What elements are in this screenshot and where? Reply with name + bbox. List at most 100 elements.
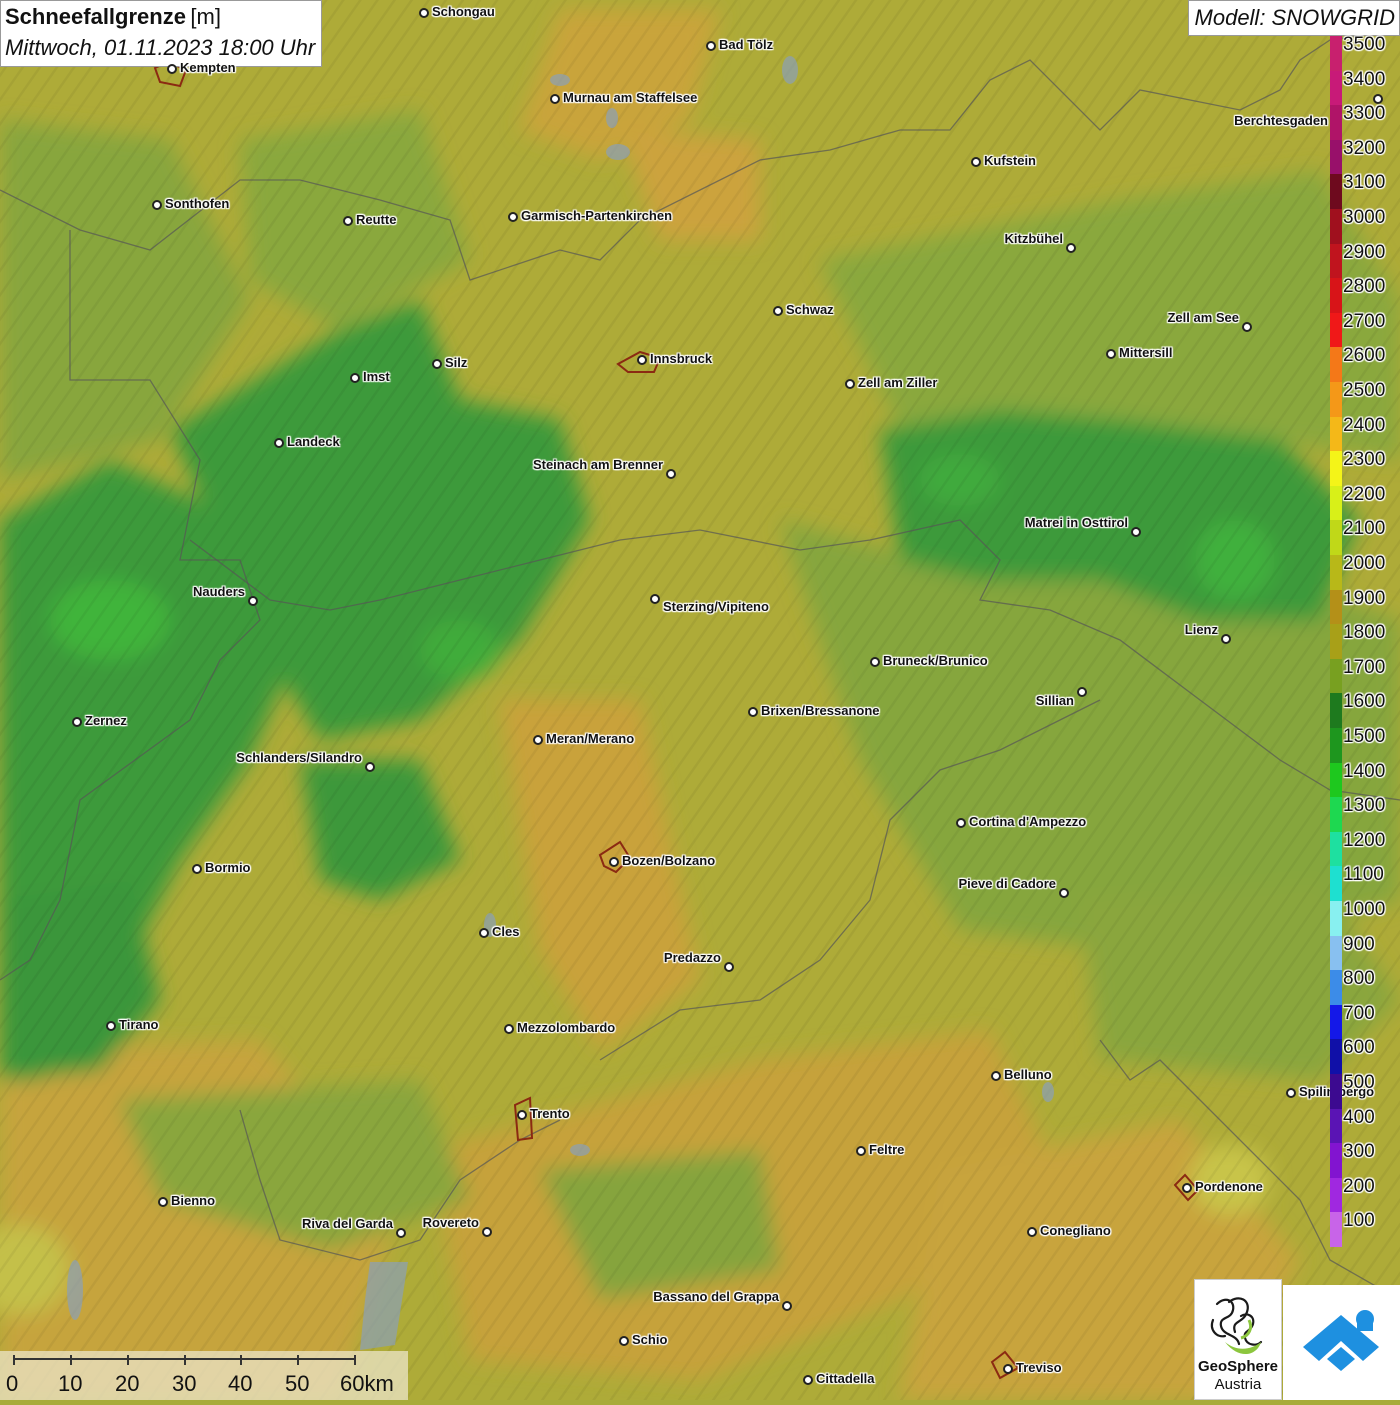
city-marker[interactable] [1242, 322, 1252, 332]
city-marker[interactable] [956, 818, 966, 828]
city-label[interactable]: Treviso [1016, 1360, 1062, 1375]
city-marker[interactable] [167, 64, 177, 74]
city-marker[interactable] [533, 735, 543, 745]
city-marker[interactable] [619, 1336, 629, 1346]
city-label[interactable]: Sillian [1036, 693, 1074, 708]
city-label[interactable]: Cortina d'Ampezzo [969, 814, 1086, 829]
city-label[interactable]: Landeck [287, 434, 340, 449]
city-marker[interactable] [350, 373, 360, 383]
city-marker[interactable] [248, 596, 258, 606]
city-marker[interactable] [152, 200, 162, 210]
city-label[interactable]: Trento [530, 1106, 570, 1121]
city-marker[interactable] [1182, 1183, 1192, 1193]
city-label[interactable]: Reutte [356, 212, 396, 227]
city-marker[interactable] [971, 157, 981, 167]
city-marker[interactable] [517, 1110, 527, 1120]
city-label[interactable]: Tirano [119, 1017, 159, 1032]
city-label[interactable]: Schongau [432, 4, 495, 19]
city-label[interactable]: Pordenone [1195, 1179, 1263, 1194]
city-label[interactable]: Brixen/Bressanone [761, 703, 880, 718]
city-label[interactable]: Bad Tölz [719, 37, 773, 52]
city-label[interactable]: Zell am See [1167, 310, 1239, 325]
city-label[interactable]: Rovereto [423, 1215, 479, 1230]
city-marker[interactable] [1066, 243, 1076, 253]
city-label[interactable]: Sonthofen [165, 196, 229, 211]
city-marker[interactable] [479, 928, 489, 938]
city-marker[interactable] [1027, 1227, 1037, 1237]
city-label[interactable]: Lienz [1185, 622, 1218, 637]
city-marker[interactable] [991, 1071, 1001, 1081]
city-marker[interactable] [666, 469, 676, 479]
geosphere-logo[interactable]: GeoSphere Austria [1194, 1279, 1282, 1400]
city-label[interactable]: Bassano del Grappa [653, 1289, 779, 1304]
city-label[interactable]: Meran/Merano [546, 731, 634, 746]
city-marker[interactable] [274, 438, 284, 448]
city-marker[interactable] [773, 306, 783, 316]
city-marker[interactable] [1106, 349, 1116, 359]
city-label[interactable]: Mittersill [1119, 345, 1172, 360]
city-marker[interactable] [724, 962, 734, 972]
city-label[interactable]: Schio [632, 1332, 667, 1347]
city-marker[interactable] [1131, 527, 1141, 537]
city-label[interactable]: Bruneck/Brunico [883, 653, 988, 668]
city-label[interactable]: Cittadella [816, 1371, 875, 1386]
city-marker[interactable] [803, 1375, 813, 1385]
city-label[interactable]: Kufstein [984, 153, 1036, 168]
city-marker[interactable] [706, 41, 716, 51]
city-marker[interactable] [192, 864, 202, 874]
city-label[interactable]: Matrei in Osttirol [1025, 515, 1128, 530]
city-marker[interactable] [158, 1197, 168, 1207]
city-marker[interactable] [396, 1228, 406, 1238]
city-label[interactable]: Berchtesgaden [1234, 113, 1328, 128]
city-label[interactable]: Bozen/Bolzano [622, 853, 715, 868]
city-marker[interactable] [1003, 1364, 1013, 1374]
city-label[interactable]: Belluno [1004, 1067, 1052, 1082]
city-label[interactable]: Pieve di Cadore [958, 876, 1056, 891]
city-label[interactable]: Schwaz [786, 302, 834, 317]
city-label[interactable]: Silz [445, 355, 467, 370]
city-label[interactable]: Kempten [180, 60, 236, 75]
city-label[interactable]: Sterzing/Vipiteno [663, 599, 769, 614]
city-marker[interactable] [748, 707, 758, 717]
city-label[interactable]: Riva del Garda [302, 1216, 393, 1231]
city-label[interactable]: Bormio [205, 860, 251, 875]
city-label[interactable]: Schlanders/Silandro [236, 750, 362, 765]
city-label[interactable]: Zernez [85, 713, 127, 728]
city-marker[interactable] [609, 857, 619, 867]
city-marker[interactable] [343, 216, 353, 226]
city-marker[interactable] [365, 762, 375, 772]
city-marker[interactable] [106, 1021, 116, 1031]
city-marker[interactable] [432, 359, 442, 369]
city-label[interactable]: Murnau am Staffelsee [563, 90, 697, 105]
city-marker[interactable] [419, 8, 429, 18]
city-marker[interactable] [1221, 634, 1231, 644]
city-marker[interactable] [1059, 888, 1069, 898]
city-marker[interactable] [1077, 687, 1087, 697]
city-label[interactable]: Zell am Ziller [858, 375, 937, 390]
city-marker[interactable] [72, 717, 82, 727]
city-marker[interactable] [1286, 1088, 1296, 1098]
city-label[interactable]: Kitzbühel [1005, 231, 1064, 246]
city-marker[interactable] [856, 1146, 866, 1156]
city-label[interactable]: Conegliano [1040, 1223, 1111, 1238]
city-label[interactable]: Feltre [869, 1142, 904, 1157]
city-marker[interactable] [782, 1301, 792, 1311]
city-marker[interactable] [845, 379, 855, 389]
city-label[interactable]: Innsbruck [650, 351, 712, 366]
app-logo[interactable] [1283, 1285, 1400, 1400]
city-marker[interactable] [650, 594, 660, 604]
city-label[interactable]: Nauders [193, 584, 245, 599]
city-marker[interactable] [870, 657, 880, 667]
city-marker[interactable] [482, 1227, 492, 1237]
city-label[interactable]: Imst [363, 369, 390, 384]
city-marker[interactable] [508, 212, 518, 222]
city-label[interactable]: Bienno [171, 1193, 215, 1208]
city-label[interactable]: Steinach am Brenner [533, 457, 663, 472]
city-label[interactable]: Garmisch-Partenkirchen [521, 208, 672, 223]
city-label[interactable]: Predazzo [664, 950, 721, 965]
city-marker[interactable] [504, 1024, 514, 1034]
city-label[interactable]: Mezzolombardo [517, 1020, 615, 1035]
city-marker[interactable] [637, 355, 647, 365]
city-marker[interactable] [550, 94, 560, 104]
city-label[interactable]: Cles [492, 924, 519, 939]
